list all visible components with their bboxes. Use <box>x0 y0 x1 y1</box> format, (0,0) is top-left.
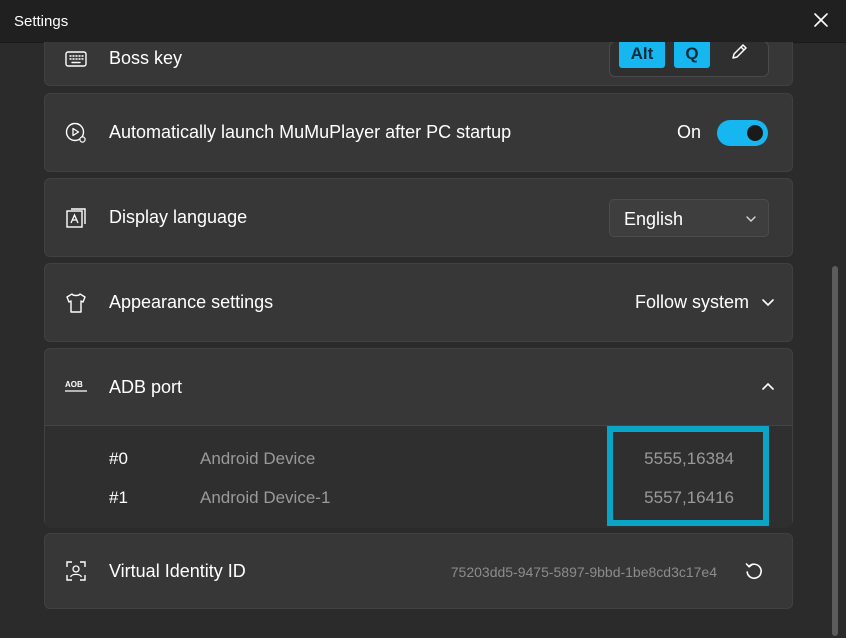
keyboard-icon <box>65 51 87 67</box>
appearance-select[interactable]: Follow system <box>635 292 749 313</box>
chevron-up-icon[interactable] <box>760 378 776 394</box>
chevron-down-icon <box>746 216 756 222</box>
scrollbar[interactable] <box>832 266 838 636</box>
boss-key-field[interactable]: Alt Q <box>609 42 769 77</box>
device-index: #0 <box>109 449 128 468</box>
chevron-down-icon[interactable] <box>760 295 776 311</box>
adb-port-row: AOB ADB port #0 Android Device 5555,1638… <box>44 348 793 528</box>
language-select-value: English <box>624 209 684 229</box>
shirt-icon <box>66 293 86 313</box>
close-icon[interactable] <box>810 9 832 31</box>
title-bar: Settings <box>0 0 846 43</box>
virtual-identity-value: 75203dd5-9475-5897-9bbd-1be8cd3c17e4 <box>450 564 717 580</box>
refresh-icon[interactable] <box>743 560 765 582</box>
display-language-row: Display language English <box>44 178 793 257</box>
svg-text:AOB: AOB <box>65 380 83 389</box>
play-startup-icon <box>65 122 86 143</box>
toggle-knob <box>747 125 763 141</box>
virtual-identity-row: Virtual Identity ID 75203dd5-9475-5897-9… <box>44 533 793 609</box>
adb-icon: AOB <box>65 380 87 392</box>
display-language-label: Display language <box>109 207 248 227</box>
auto-launch-label: Automatically launch MuMuPlayer after PC… <box>109 122 512 142</box>
boss-key-label: Boss key <box>109 48 183 68</box>
auto-launch-state: On <box>677 122 702 142</box>
virtual-identity-label: Virtual Identity ID <box>109 561 246 581</box>
settings-content: Boss key Alt Q Automatically launch MuMu… <box>0 42 846 638</box>
device-index: #1 <box>109 488 128 507</box>
boss-key-q: Q <box>674 42 710 68</box>
device-name: Android Device <box>200 449 316 468</box>
boss-key-row: Boss key Alt Q <box>44 42 793 86</box>
face-scan-icon <box>66 561 86 581</box>
appearance-row: Appearance settings Follow system <box>44 263 793 342</box>
window-title: Settings <box>14 13 69 30</box>
language-icon <box>66 208 86 228</box>
appearance-label: Appearance settings <box>109 292 274 312</box>
adb-port-label: ADB port <box>109 377 183 397</box>
auto-launch-row: Automatically launch MuMuPlayer after PC… <box>44 93 793 172</box>
language-select[interactable]: English <box>609 199 769 237</box>
device-ports: 5555,16384 <box>644 449 734 468</box>
adb-device-list: #0 Android Device 5555,16384 #1 Android … <box>45 425 792 528</box>
device-name: Android Device-1 <box>200 488 331 507</box>
boss-key-alt: Alt <box>619 42 665 68</box>
edit-icon[interactable] <box>728 42 750 63</box>
auto-launch-toggle[interactable] <box>717 120 768 146</box>
device-ports: 5557,16416 <box>644 488 734 507</box>
